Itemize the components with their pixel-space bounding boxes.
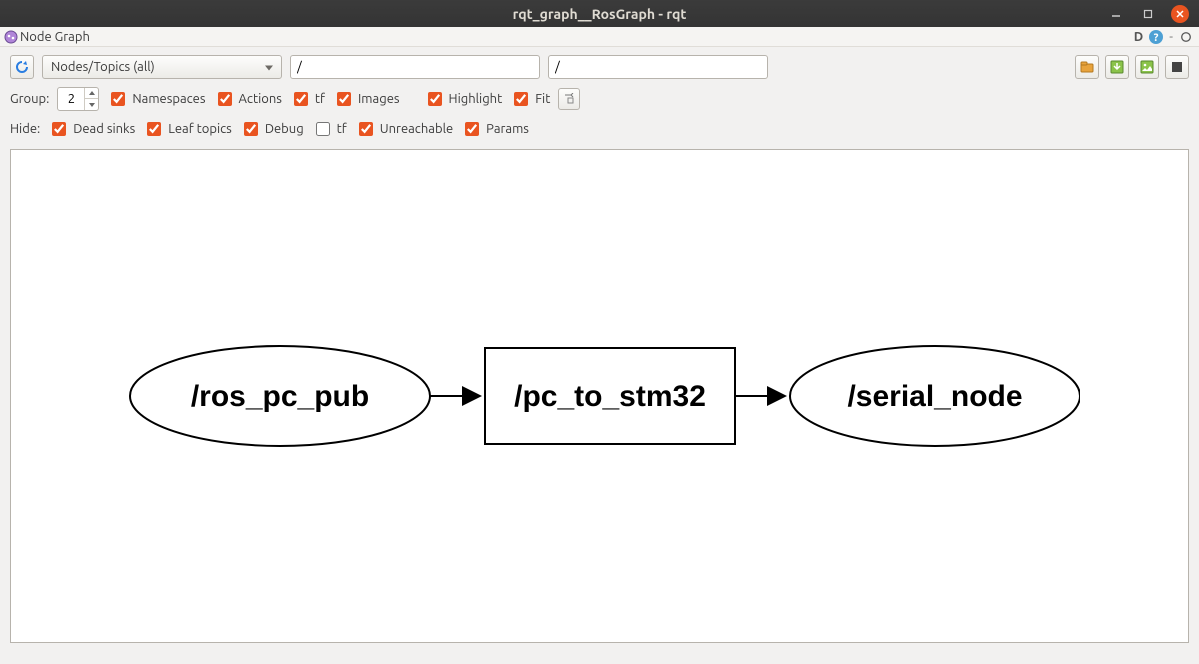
panel-d-label: D: [1134, 30, 1143, 44]
load-dot-button[interactable]: [1075, 55, 1099, 79]
tf-hide-checkbox[interactable]: tf: [312, 119, 347, 139]
window-close-button[interactable]: [1171, 5, 1189, 23]
panel-title: Node Graph: [20, 30, 90, 44]
group-label: Group:: [10, 92, 49, 106]
highlight-checkbox[interactable]: Highlight: [424, 89, 503, 109]
graph-node2-label: /serial_node: [847, 380, 1022, 413]
namespaces-checkbox[interactable]: Namespaces: [107, 89, 205, 109]
graph-topic-label: /pc_to_stm32: [514, 380, 706, 413]
help-icon[interactable]: ?: [1147, 28, 1165, 46]
actions-checkbox[interactable]: Actions: [214, 89, 282, 109]
window-maximize-button[interactable]: [1139, 5, 1157, 23]
dropdown-value: Nodes/Topics (all): [51, 60, 155, 74]
refresh-button[interactable]: [10, 55, 34, 79]
hide-label: Hide:: [10, 122, 40, 136]
topic-filter-input[interactable]: [548, 55, 768, 79]
node-graph-icon: [4, 30, 18, 44]
save-image-button[interactable]: [1135, 55, 1159, 79]
circle-icon[interactable]: [1177, 28, 1195, 46]
group-spinbox[interactable]: [57, 87, 99, 111]
save-dot-button[interactable]: [1105, 55, 1129, 79]
graph-svg: /ros_pc_pub /pc_to_stm32 /serial_node: [120, 336, 1080, 456]
debug-checkbox[interactable]: Debug: [240, 119, 304, 139]
images-checkbox[interactable]: Images: [333, 89, 400, 109]
window-minimize-button[interactable]: [1107, 5, 1125, 23]
graph-canvas[interactable]: /ros_pc_pub /pc_to_stm32 /serial_node: [10, 149, 1189, 643]
svg-text:?: ?: [1154, 32, 1159, 44]
dash-label: -: [1169, 30, 1173, 44]
window-title: rqt_graph__RosGraph - rqt: [513, 6, 687, 22]
namespace-filter-input[interactable]: [290, 55, 540, 79]
leaf-topics-checkbox[interactable]: Leaf topics: [143, 119, 232, 139]
fit-view-button[interactable]: [1165, 55, 1189, 79]
fit-checkbox[interactable]: Fit: [510, 89, 550, 109]
spin-down-button[interactable]: [84, 99, 98, 110]
spin-up-button[interactable]: [84, 88, 98, 99]
toolbar: Nodes/Topics (all) Group:: [0, 47, 1199, 143]
window-titlebar: rqt_graph__RosGraph - rqt: [0, 0, 1199, 27]
params-checkbox[interactable]: Params: [461, 119, 529, 139]
panel-titlebar: Node Graph D ? -: [0, 27, 1199, 47]
nodes-topics-dropdown[interactable]: Nodes/Topics (all): [42, 55, 282, 79]
window-controls: [1107, 5, 1199, 23]
tf-group-checkbox[interactable]: tf: [290, 89, 325, 109]
group-value-input[interactable]: [58, 88, 84, 110]
unreachable-checkbox[interactable]: Unreachable: [355, 119, 453, 139]
graph-node1-label: /ros_pc_pub: [190, 380, 368, 413]
orientation-button[interactable]: [558, 88, 580, 110]
dead-sinks-checkbox[interactable]: Dead sinks: [48, 119, 135, 139]
